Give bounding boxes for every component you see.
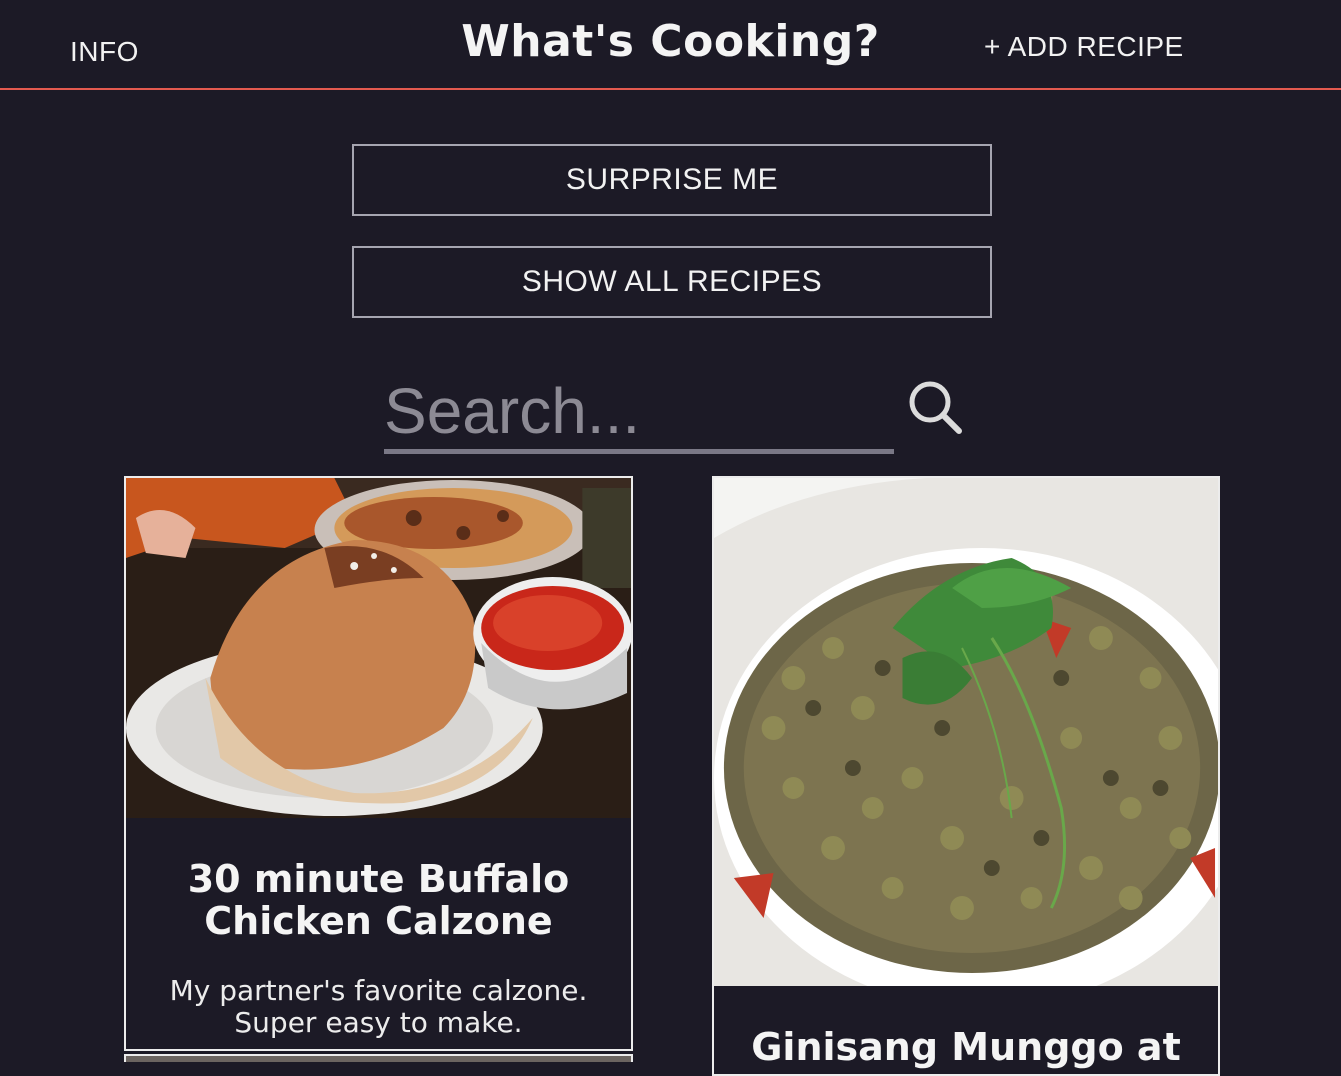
mung-bean-stew-photo <box>714 478 1218 986</box>
recipe-card-peek <box>124 1054 633 1062</box>
show-all-recipes-button[interactable]: SHOW ALL RECIPES <box>352 246 992 318</box>
calzone-photo <box>126 478 631 818</box>
search-bar <box>384 372 964 456</box>
recipe-card[interactable]: Ginisang Munggo at <box>712 476 1220 1076</box>
recipe-description: My partner's favorite calzone. Super eas… <box>169 974 588 1039</box>
add-recipe-link[interactable]: + ADD RECIPE <box>984 31 1184 63</box>
site-header: INFO What's Cooking? + ADD RECIPE <box>0 0 1341 90</box>
search-icon[interactable] <box>906 378 964 436</box>
surprise-me-button[interactable]: SURPRISE ME <box>352 144 992 216</box>
recipe-card[interactable]: 30 minute Buffalo Chicken Calzone My par… <box>124 476 633 1051</box>
search-input[interactable] <box>384 372 894 454</box>
recipe-title[interactable]: 30 minute Buffalo Chicken Calzone <box>136 858 621 942</box>
